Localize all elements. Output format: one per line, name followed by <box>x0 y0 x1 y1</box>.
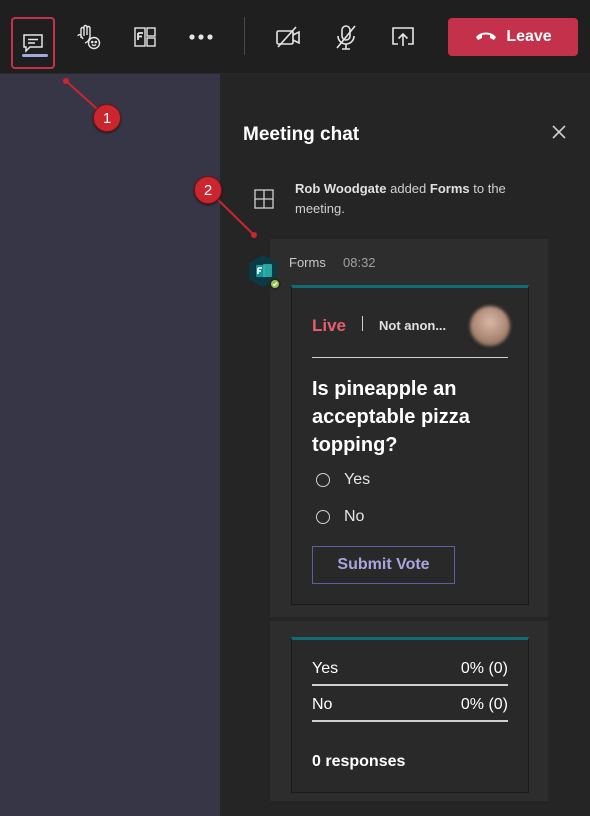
system-object: Forms <box>429 181 470 196</box>
option-label: No <box>344 508 365 525</box>
result-label: No <box>312 696 333 713</box>
raise-hand-icon <box>74 23 102 51</box>
author-avatar <box>470 306 510 346</box>
mic-off-icon <box>333 23 359 51</box>
active-indicator <box>22 54 48 57</box>
poll-option-no[interactable]: No <box>316 508 364 526</box>
panel-title: Meeting chat <box>243 124 360 145</box>
message-sender: Forms <box>289 255 326 270</box>
result-bar <box>312 684 508 686</box>
result-bar <box>312 720 508 722</box>
radio-button[interactable] <box>316 510 330 524</box>
system-message-text: Rob Woodgate added Forms to the meeting. <box>295 179 525 219</box>
result-label: Yes <box>312 660 339 677</box>
apps-icon <box>132 24 158 50</box>
option-label: Yes <box>344 471 371 488</box>
chat-icon <box>21 31 45 55</box>
callout-1: 1 <box>93 104 121 132</box>
system-action: added <box>390 181 427 196</box>
presence-available-icon <box>269 278 281 290</box>
close-panel-button[interactable] <box>551 124 567 140</box>
more-options-icon <box>188 33 214 41</box>
system-actor: Rob Woodgate <box>295 181 387 196</box>
responses-total: 0 responses <box>312 753 406 770</box>
callout-2: 2 <box>194 176 222 204</box>
poll-status: Live <box>312 316 347 335</box>
result-value: 0% (0) <box>460 660 508 677</box>
submit-vote-button[interactable]: Submit Vote <box>312 546 455 584</box>
poll-question: Is pineapple an acceptable pizza topping… <box>312 378 470 456</box>
poll-header-separator <box>362 316 363 331</box>
poll-card: Live Not anon... Is pineapple an accepta… <box>291 285 529 605</box>
toolbar-divider <box>244 17 245 55</box>
raise-hand-button[interactable] <box>67 15 109 59</box>
close-icon <box>551 125 567 144</box>
meeting-chat-panel: Meeting chat Rob Woodgate added Forms to… <box>220 74 590 816</box>
share-screen-button[interactable] <box>382 15 424 59</box>
meeting-toolbar: Leave <box>0 0 590 74</box>
leave-button[interactable]: Leave <box>448 18 578 56</box>
poll-divider <box>312 357 508 358</box>
mic-toggle-button[interactable] <box>325 15 367 59</box>
share-screen-icon <box>389 24 417 50</box>
meeting-stage <box>0 74 220 816</box>
apps-button[interactable] <box>124 15 166 59</box>
message-time: 08:32 <box>343 255 376 270</box>
poll-results-card: Yes 0% (0) No 0% (0) 0 responses <box>291 637 529 793</box>
chat-button[interactable] <box>11 17 55 69</box>
radio-button[interactable] <box>316 473 330 487</box>
result-value: 0% (0) <box>460 696 508 713</box>
camera-toggle-button[interactable] <box>267 15 309 59</box>
phone-hangup-icon <box>474 28 498 46</box>
camera-off-icon <box>274 25 302 49</box>
poll-anonymity: Not anon... <box>379 318 447 333</box>
more-options-button[interactable] <box>180 15 222 59</box>
apps-grid-icon <box>254 189 274 214</box>
poll-option-yes[interactable]: Yes <box>316 471 370 489</box>
leave-label: Leave <box>506 28 552 45</box>
